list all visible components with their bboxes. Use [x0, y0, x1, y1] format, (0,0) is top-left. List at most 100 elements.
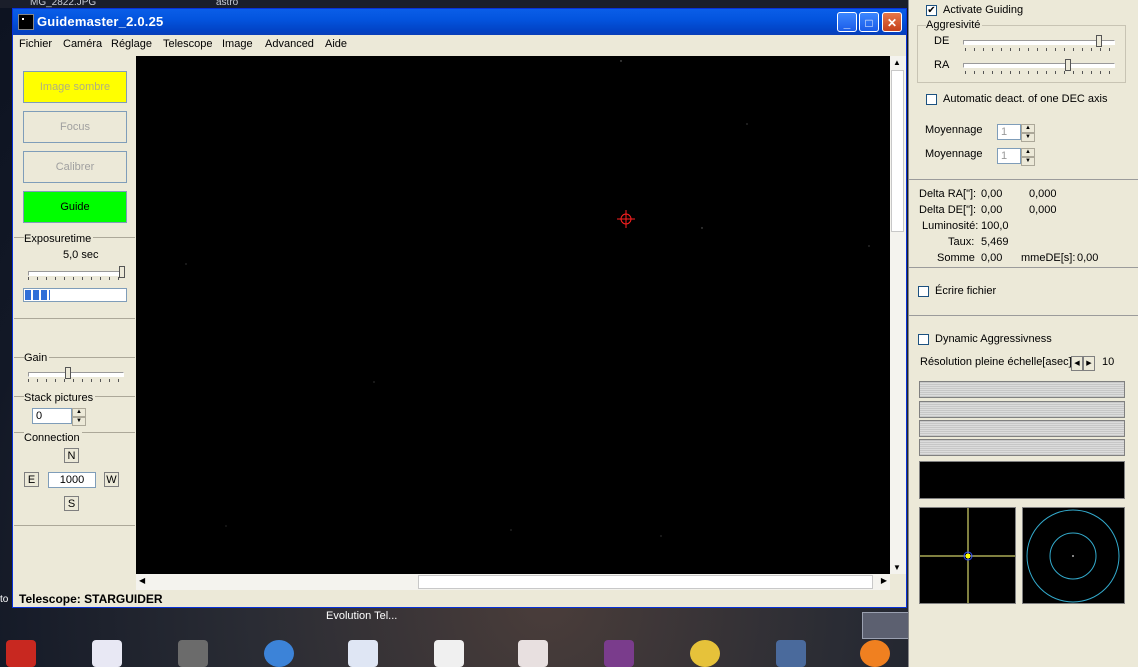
close-button[interactable]: ✕	[882, 12, 902, 32]
notepad-icon[interactable]	[92, 640, 122, 667]
somme-de-value: 0,00	[1077, 252, 1099, 264]
menu-aide[interactable]: Aide	[325, 38, 347, 50]
exposure-value: 5,0 sec	[63, 249, 99, 261]
de-ticks	[965, 48, 1115, 51]
vertical-scrollbar[interactable]: ▲ ▼	[890, 56, 906, 574]
star	[373, 381, 375, 383]
de-slider-thumb[interactable]	[1096, 35, 1102, 47]
somme-label: Somme	[937, 252, 975, 264]
minimize-button[interactable]: _	[837, 12, 857, 32]
de-label: DE	[934, 35, 950, 47]
avast-icon[interactable]	[860, 640, 890, 667]
dynamic-aggressiveness-checkbox[interactable]	[918, 334, 929, 345]
history-graph	[919, 461, 1125, 499]
horizontal-scrollbar[interactable]: ◀ ▶	[136, 574, 890, 590]
ie-icon[interactable]	[264, 640, 294, 667]
moyennage-input-2[interactable]: 1	[997, 148, 1021, 164]
calibrate-button[interactable]: Calibrer	[23, 151, 127, 183]
star-position-svg	[920, 508, 1015, 603]
ra-label: RA	[934, 59, 950, 71]
maximize-button[interactable]: □	[859, 12, 879, 32]
horizontal-scroll-thumb[interactable]	[418, 575, 873, 589]
menu-fichier[interactable]: Fichier	[19, 38, 52, 50]
menu-reglage[interactable]: Réglage	[111, 38, 152, 50]
gain-slider-thumb[interactable]	[65, 367, 71, 379]
desktop-file-item[interactable]: MG_2822.JPG	[30, 0, 96, 8]
guiding-panel: ✔ Activate Guiding Aggresivité DE RA Aut…	[908, 0, 1138, 667]
app-icon-small[interactable]	[18, 14, 34, 30]
winrar-icon[interactable]	[604, 640, 634, 667]
auto-deact-checkbox[interactable]	[926, 94, 937, 105]
title-bar[interactable]: Guidemaster_2.0.25 _ □ ✕	[13, 9, 906, 35]
app-icon[interactable]	[690, 640, 720, 667]
resolution-decrease-button[interactable]: ◀	[1071, 356, 1083, 371]
focus-button[interactable]: Focus	[23, 111, 127, 143]
dynamic-aggressiveness-label: Dynamic Aggressivness	[935, 333, 1052, 345]
scroll-right-icon[interactable]: ▶	[881, 576, 887, 585]
exposure-slider-thumb[interactable]	[119, 266, 125, 278]
status-text: Telescope: STARGUIDER	[19, 592, 163, 606]
menu-camera[interactable]: Caméra	[63, 38, 102, 50]
star	[660, 535, 662, 537]
star	[868, 245, 870, 247]
taux-label: Taux:	[948, 236, 975, 248]
ra-error-graph	[919, 381, 1125, 398]
desktop-folder-item[interactable]: astro	[216, 0, 238, 8]
somme-de-label: mmeDE[s]:	[1021, 252, 1076, 264]
scroll-up-icon[interactable]: ▲	[893, 58, 901, 67]
dark-image-button[interactable]: Image sombre	[23, 71, 127, 103]
write-file-label: Écrire fichier	[935, 285, 997, 297]
write-file-checkbox[interactable]	[918, 286, 929, 297]
scroll-left-icon[interactable]: ◀	[139, 576, 145, 585]
image-canvas	[185, 60, 870, 537]
desktop-window-thumbnail[interactable]	[862, 612, 910, 639]
moyennage-spinner-2[interactable]: ▲ ▼	[1021, 148, 1035, 166]
de-aggressivity-slider[interactable]	[963, 40, 1115, 45]
stack-label: Stack pictures	[24, 392, 96, 404]
sw-icon[interactable]	[6, 640, 36, 667]
guide-button[interactable]: Guide	[23, 191, 127, 223]
de-error-graph-2	[919, 439, 1125, 456]
vertical-scroll-thumb[interactable]	[891, 70, 904, 232]
divider	[909, 267, 1138, 268]
east-button[interactable]: E	[24, 472, 39, 487]
menu-telescope[interactable]: Telescope	[163, 38, 213, 50]
stack-spinner[interactable]: ▲ ▼	[72, 408, 86, 426]
aggressivity-label: Aggresivité	[926, 19, 983, 31]
ra-error-graph-2	[919, 401, 1125, 418]
acrobat-icon[interactable]	[518, 640, 548, 667]
camera-image-view[interactable]	[136, 56, 890, 574]
gain-label: Gain	[24, 352, 50, 364]
ra-aggressivity-slider[interactable]	[963, 63, 1115, 68]
south-button[interactable]: S	[64, 496, 79, 511]
window-title: Guidemaster_2.0.25	[37, 14, 164, 29]
step-input[interactable]: 1000	[48, 472, 96, 488]
music-icon[interactable]	[434, 640, 464, 667]
menu-image[interactable]: Image	[222, 38, 253, 50]
program-icon[interactable]	[178, 640, 208, 667]
guide-crosshair	[617, 210, 635, 228]
desktop-caption[interactable]: Evolution Tel...	[326, 610, 397, 622]
luminosity-label: Luminosité:	[922, 220, 979, 232]
divider	[909, 179, 1138, 180]
gain-slider[interactable]	[28, 372, 124, 377]
exposure-slider[interactable]	[28, 271, 124, 276]
menu-advanced[interactable]: Advanced	[265, 38, 314, 50]
ra-slider-thumb[interactable]	[1065, 59, 1071, 71]
status-bar: Telescope: STARGUIDER	[15, 592, 895, 607]
activate-guiding-checkbox[interactable]: ✔	[926, 5, 937, 16]
menu-bar: Fichier Caméra Réglage Telescope Image A…	[13, 35, 906, 53]
film-icon[interactable]	[776, 640, 806, 667]
star	[225, 525, 227, 527]
moyennage-input-1[interactable]: 1	[997, 124, 1021, 140]
moyennage-label-1: Moyennage	[925, 124, 983, 136]
stack-input[interactable]: 0	[32, 408, 72, 424]
exposure-progress-bar	[23, 288, 127, 302]
resolution-increase-button[interactable]: ▶	[1083, 356, 1095, 371]
divider	[14, 525, 135, 526]
west-button[interactable]: W	[104, 472, 119, 487]
moyennage-spinner-1[interactable]: ▲ ▼	[1021, 124, 1035, 142]
scroll-down-icon[interactable]: ▼	[893, 563, 901, 572]
north-button[interactable]: N	[64, 448, 79, 463]
window-icon[interactable]	[348, 640, 378, 667]
